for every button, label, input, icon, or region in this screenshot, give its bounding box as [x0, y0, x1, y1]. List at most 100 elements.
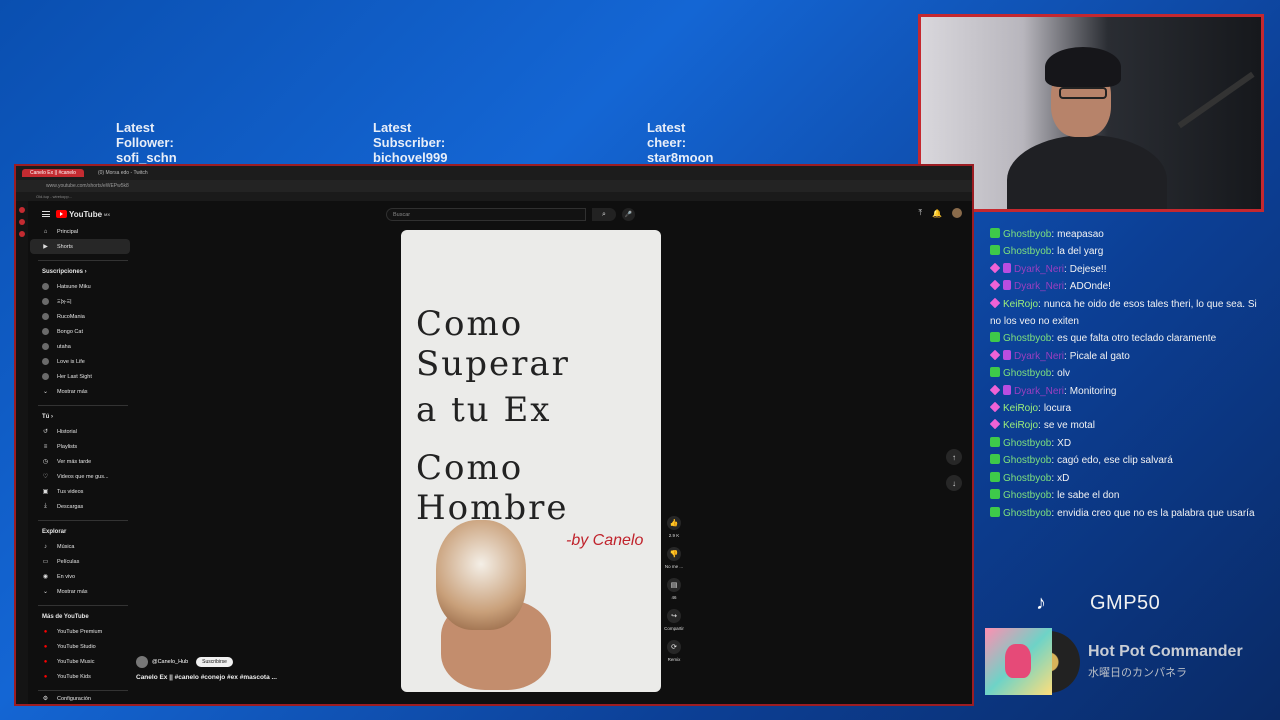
subscription-item[interactable]: Her Last Sight: [30, 369, 130, 384]
sidebar-item-movies[interactable]: ▭ Películas: [30, 554, 130, 569]
browser-tab[interactable]: Canelo Ex || #canelo: [22, 169, 84, 177]
chat-message: Ghostbyob: la del yarg: [990, 243, 1270, 260]
address-bar[interactable]: www.youtube.com/shorts/eWEPw5k8: [16, 180, 972, 192]
subscriptions-header[interactable]: Suscripciones ›: [30, 261, 130, 279]
sidebar-item-kids[interactable]: ● YouTube Kids: [30, 669, 130, 684]
channel-avatar[interactable]: [136, 656, 148, 668]
chat-username[interactable]: Dyark_Neri: [1014, 351, 1064, 362]
chat-username[interactable]: Ghostbyob: [1003, 490, 1051, 501]
subscription-item[interactable]: utaha: [30, 339, 130, 354]
chat-username[interactable]: Ghostbyob: [1003, 368, 1051, 379]
subscription-item[interactable]: Hatsune Miku: [30, 279, 130, 294]
chat-username[interactable]: Ghostbyob: [1003, 473, 1051, 484]
sidebar-item-playlists[interactable]: ≡ Playlists: [30, 439, 130, 454]
short-video-player[interactable]: Como Superar a tu Ex Como Hombre -by Can…: [401, 230, 661, 692]
chat-username[interactable]: Dyark_Neri: [1014, 264, 1064, 275]
dislike-label: No me ...: [664, 564, 684, 569]
bookmark-bar[interactable]: Old-tup - wirekopp...: [16, 192, 972, 201]
opera-icon[interactable]: [19, 231, 25, 237]
dislike-icon[interactable]: 👎: [667, 547, 681, 561]
shorts-icon: ▶: [43, 244, 48, 250]
chat-username[interactable]: Ghostbyob: [1003, 246, 1051, 257]
tiktok-code: GMP50: [1090, 592, 1161, 614]
chat-text: meapasao: [1057, 229, 1104, 240]
chat-message: KeiRojo: se ve motal: [989, 417, 1270, 434]
sidebar-item-downloads[interactable]: ⤓ Descargas: [30, 499, 130, 514]
show-more-subscriptions[interactable]: ⌄ Mostrar más: [30, 384, 130, 399]
upload-icon[interactable]: ⤒: [918, 208, 922, 218]
show-more-explore[interactable]: ⌄ Mostrar más: [30, 584, 130, 599]
bits-badge-icon: [1003, 384, 1011, 395]
remix-icon[interactable]: ⟳: [667, 640, 681, 654]
subscription-item[interactable]: RucoMania: [30, 309, 130, 324]
previous-short-button[interactable]: ↑: [946, 449, 962, 465]
search-input[interactable]: Buscar: [386, 208, 586, 221]
chat-username[interactable]: Ghostbyob: [1003, 455, 1051, 466]
sidebar-item-settings[interactable]: ⚙ Configuración: [30, 691, 130, 704]
chat-message: Ghostbyob: olv: [990, 365, 1270, 382]
you-header[interactable]: Tú ›: [30, 406, 130, 424]
opera-icon[interactable]: [19, 207, 25, 213]
whiteboard-text: a tu Ex: [416, 390, 552, 430]
share-label: Compartir: [664, 626, 684, 631]
avatar[interactable]: [952, 208, 962, 218]
sidebar-item-music[interactable]: ♪ Música: [30, 539, 130, 554]
tiktok-goal: ♪ GMP50: [1036, 592, 1160, 615]
gem-badge-icon: [989, 297, 1001, 308]
opera-sidebar: [16, 201, 28, 704]
channel-avatar: [42, 328, 49, 335]
thumb-up-icon: ♡: [42, 474, 49, 480]
verified-badge-icon: [990, 332, 1000, 343]
subscribe-button[interactable]: Suscribirse: [196, 657, 233, 667]
sidebar-item-music-app[interactable]: ● YouTube Music: [30, 654, 130, 669]
subscription-item[interactable]: Love is Life: [30, 354, 130, 369]
chat-username[interactable]: Dyark_Neri: [1014, 386, 1064, 397]
browser-tab[interactable]: (0) Morsa edo - Twitch: [90, 169, 156, 177]
channel-name[interactable]: @Canelo_Hub: [152, 659, 188, 665]
subscription-item[interactable]: Ξ|ʞ-Ξ|: [30, 294, 130, 309]
share-icon[interactable]: ↪: [667, 609, 681, 623]
sidebar-item-liked[interactable]: ♡ Videos que me gus...: [30, 469, 130, 484]
sidebar-item-shorts[interactable]: ▶ Shorts: [30, 239, 130, 254]
chat-message: Dyark_Neri: Monitoring: [989, 383, 1270, 400]
short-title[interactable]: Canelo Ex || #canelo #conejo #ex #mascot…: [136, 674, 277, 681]
chat-username[interactable]: KeiRojo: [1003, 420, 1038, 431]
chat-username[interactable]: KeiRojo: [1003, 403, 1038, 414]
more-youtube-header: Más de YouTube: [42, 614, 89, 620]
chat-text: envidia creo que no es la palabra que us…: [1057, 507, 1255, 519]
comment-icon[interactable]: ▤: [667, 578, 681, 592]
chat-username[interactable]: Ghostbyob: [1003, 333, 1051, 344]
chat-username[interactable]: Ghostbyob: [1003, 508, 1051, 519]
chat-username[interactable]: Ghostbyob: [1003, 229, 1051, 240]
chat-message: Ghostbyob: meapasao: [990, 226, 1270, 243]
sidebar-item-live[interactable]: ◉ En vivo: [30, 569, 130, 584]
opera-icon[interactable]: [19, 219, 25, 225]
youtube-logo-text: YouTube: [69, 209, 103, 219]
search-icon[interactable]: ⌕: [592, 208, 616, 221]
sidebar-item-studio[interactable]: ● YouTube Studio: [30, 639, 130, 654]
menu-icon[interactable]: [42, 211, 50, 217]
youtube-logo-icon: [56, 210, 67, 218]
verified-badge-icon: [990, 367, 1000, 378]
song-artist: 水曜日のカンパネラ: [1088, 667, 1187, 679]
like-icon[interactable]: 👍: [667, 516, 681, 530]
next-short-button[interactable]: ↓: [946, 475, 962, 491]
subscription-item[interactable]: Bongo Cat: [30, 324, 130, 339]
bell-icon[interactable]: 🔔: [932, 209, 942, 218]
sidebar-item-premium[interactable]: ● YouTube Premium: [30, 624, 130, 639]
chat-text: Picale al gato: [1069, 350, 1130, 362]
chat-box: Ghostbyob: meapasao Ghostbyob: la del yarg D…: [989, 226, 1270, 522]
chat-username[interactable]: Dyark_Neri: [1014, 281, 1064, 292]
chat-username[interactable]: KeiRojo: [1003, 299, 1038, 310]
youtube-logo[interactable]: YouTube MX: [56, 210, 110, 219]
sidebar-item-watch-later[interactable]: ◷ Ver más tarde: [30, 454, 130, 469]
sidebar-item-history[interactable]: ↺ Historial: [30, 424, 130, 439]
sidebar-item-home[interactable]: ⌂ Principal: [30, 224, 130, 239]
gem-badge-icon: [989, 419, 1001, 430]
chat-username[interactable]: Ghostbyob: [1003, 438, 1051, 449]
chat-text: cagó edo, ese clip salvará: [1057, 455, 1173, 467]
chat-text: olv: [1057, 368, 1070, 380]
mic-icon[interactable]: 🎤: [622, 208, 635, 221]
music-icon: ♪: [44, 543, 47, 550]
sidebar-item-your-videos[interactable]: ▣ Tus videos: [30, 484, 130, 499]
